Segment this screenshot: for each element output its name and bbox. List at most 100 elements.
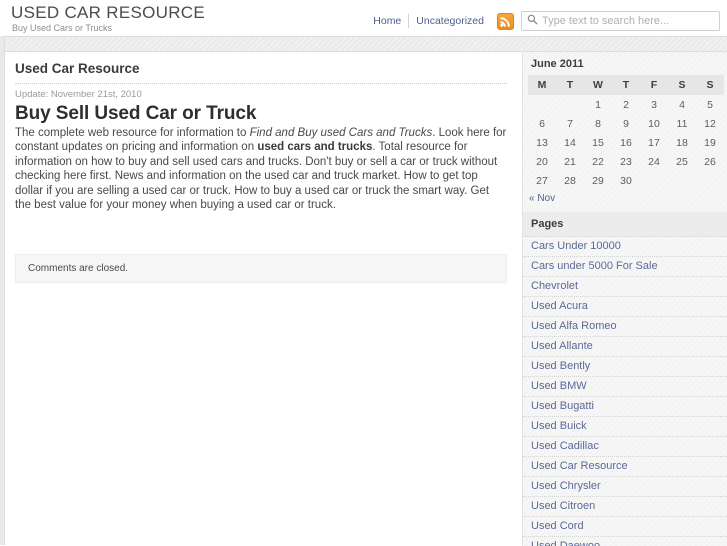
calendar-day: 30 <box>620 174 632 187</box>
sidebar: June 2011 M T W T F S S 1 2 3 4 5 6 7 8 … <box>522 52 727 546</box>
calendar-day: 10 <box>648 117 660 130</box>
calendar-day: 4 <box>679 98 685 111</box>
list-item: Used Allante <box>523 337 727 357</box>
list-item: Used Buick <box>523 417 727 437</box>
sidebar-page-link[interactable]: Used Allante <box>523 337 727 356</box>
sidebar-page-link[interactable]: Used BMW <box>523 377 727 396</box>
calendar-day <box>528 95 556 114</box>
calendar-week-row: 1 2 3 4 5 <box>528 95 724 114</box>
calendar-day: 23 <box>620 155 632 168</box>
comments-status-box: Comments are closed. <box>15 254 507 284</box>
rss-icon[interactable] <box>497 12 514 30</box>
calendar-weekday: T <box>556 75 584 95</box>
calendar-widget: June 2011 M T W T F S S 1 2 3 4 5 6 7 8 … <box>523 52 727 212</box>
list-item: Used Alfa Romeo <box>523 317 727 337</box>
nav-item-uncategorized[interactable]: Uncategorized <box>409 15 491 28</box>
calendar-weekday: T <box>612 75 640 95</box>
calendar-day: 26 <box>704 155 716 168</box>
calendar-day <box>668 171 696 190</box>
calendar-weekday: S <box>696 75 724 95</box>
list-item: Used Bugatti <box>523 397 727 417</box>
list-item: Used Bently <box>523 357 727 377</box>
calendar-weekday-row: M T W T F S S <box>528 75 724 95</box>
sidebar-page-link[interactable]: Used Buick <box>523 417 727 436</box>
page-columns: Used Car Resource Update: November 21st,… <box>0 52 727 546</box>
comments-status-text: Comments are closed. <box>28 263 129 275</box>
site-tagline: Buy Used Cars or Trucks <box>12 23 113 33</box>
sidebar-page-link[interactable]: Used Chrysler <box>523 477 727 496</box>
list-item: Cars under 5000 For Sale <box>523 257 727 277</box>
calendar-day: 15 <box>592 136 604 149</box>
site-branding[interactable]: USED CAR RESOURCE Buy Used Cars or Truck… <box>11 3 205 34</box>
calendar-day: 1 <box>595 98 601 111</box>
pages-widget: Pages Cars Under 10000 Cars under 5000 F… <box>523 212 727 546</box>
sidebar-page-link[interactable]: Used Acura <box>523 297 727 316</box>
calendar-month-label: June 2011 <box>531 58 584 70</box>
list-item: Cars Under 10000 <box>523 237 727 257</box>
list-item: Used Acura <box>523 297 727 317</box>
calendar-weekday: W <box>584 75 612 95</box>
calendar-day: 6 <box>539 117 545 130</box>
list-item: Used Chrysler <box>523 477 727 497</box>
sidebar-page-link[interactable]: Cars Under 10000 <box>523 237 727 256</box>
calendar-week-row: 6 7 8 9 10 11 12 <box>528 114 724 133</box>
calendar-day: 21 <box>564 155 576 168</box>
post-heading: Buy Sell Used Car or Truck <box>15 103 257 124</box>
calendar-day: 5 <box>707 98 713 111</box>
calendar-weekday: M <box>528 75 556 95</box>
post-body-italic: Find and Buy used Cars and Trucks <box>249 127 433 139</box>
calendar-week-row: 27 28 29 30 <box>528 171 724 190</box>
list-item: Chevrolet <box>523 277 727 297</box>
calendar-day: 18 <box>676 136 688 149</box>
post-body-part1: The complete web resource for informatio… <box>15 127 250 139</box>
calendar-day: 11 <box>676 117 688 130</box>
sidebar-page-link[interactable]: Used Bugatti <box>523 397 727 416</box>
calendar-day: 2 <box>623 98 629 111</box>
calendar-day: 28 <box>564 174 576 187</box>
list-item: Used Cadillac <box>523 437 727 457</box>
calendar-day: 27 <box>536 174 548 187</box>
list-item: Used Citroen <box>523 497 727 517</box>
post-meta-date: Update: November 21st, 2010 <box>15 89 142 100</box>
list-item: Used BMW <box>523 377 727 397</box>
primary-nav: Home Uncategorized <box>366 13 491 29</box>
calendar-day: 3 <box>651 98 657 111</box>
sidebar-page-link[interactable]: Chevrolet <box>523 277 727 296</box>
search-box[interactable] <box>521 11 720 31</box>
calendar-day <box>640 171 668 190</box>
calendar-day <box>696 171 724 190</box>
sidebar-page-link[interactable]: Used Citroen <box>523 497 727 516</box>
list-item: Used Cord <box>523 517 727 537</box>
calendar-day: 8 <box>595 117 601 130</box>
sidebar-page-link[interactable]: Cars under 5000 For Sale <box>523 257 727 276</box>
header-divider-band <box>0 36 727 52</box>
pages-widget-title: Pages <box>523 212 727 237</box>
sidebar-page-link[interactable]: Used Alfa Romeo <box>523 317 727 336</box>
post-body-bold: used cars and trucks <box>257 141 373 154</box>
calendar-day: 16 <box>620 136 632 149</box>
pages-list: Cars Under 10000 Cars under 5000 For Sal… <box>523 237 727 546</box>
search-input[interactable] <box>542 15 712 27</box>
calendar-day <box>556 95 584 114</box>
calendar-day: 17 <box>648 136 660 149</box>
site-header: USED CAR RESOURCE Buy Used Cars or Truck… <box>0 0 727 36</box>
sidebar-page-link[interactable]: Used Bently <box>523 357 727 376</box>
calendar-day: 19 <box>704 136 716 149</box>
calendar-prev-link[interactable]: « Nov <box>529 193 555 204</box>
calendar-day: 13 <box>536 136 548 149</box>
sidebar-page-link[interactable]: Used Cadillac <box>523 437 727 456</box>
search-icon <box>527 14 538 28</box>
calendar-week-row: 20 21 22 23 24 25 26 <box>528 152 724 171</box>
calendar-weekday: F <box>640 75 668 95</box>
calendar-day: 7 <box>567 117 573 130</box>
main-content: Used Car Resource Update: November 21st,… <box>5 52 517 284</box>
sidebar-page-link[interactable]: Used Car Resource <box>523 457 727 476</box>
calendar-prev-month[interactable]: « Nov <box>523 190 727 212</box>
nav-item-home[interactable]: Home <box>366 15 408 28</box>
site-title: USED CAR RESOURCE <box>11 3 206 22</box>
calendar-day: 14 <box>564 136 576 149</box>
sidebar-page-link[interactable]: Used Cord <box>523 517 727 536</box>
page-title: Used Car Resource <box>15 61 140 76</box>
post-body: The complete web resource for informatio… <box>15 126 507 212</box>
calendar-day: 25 <box>676 155 688 168</box>
